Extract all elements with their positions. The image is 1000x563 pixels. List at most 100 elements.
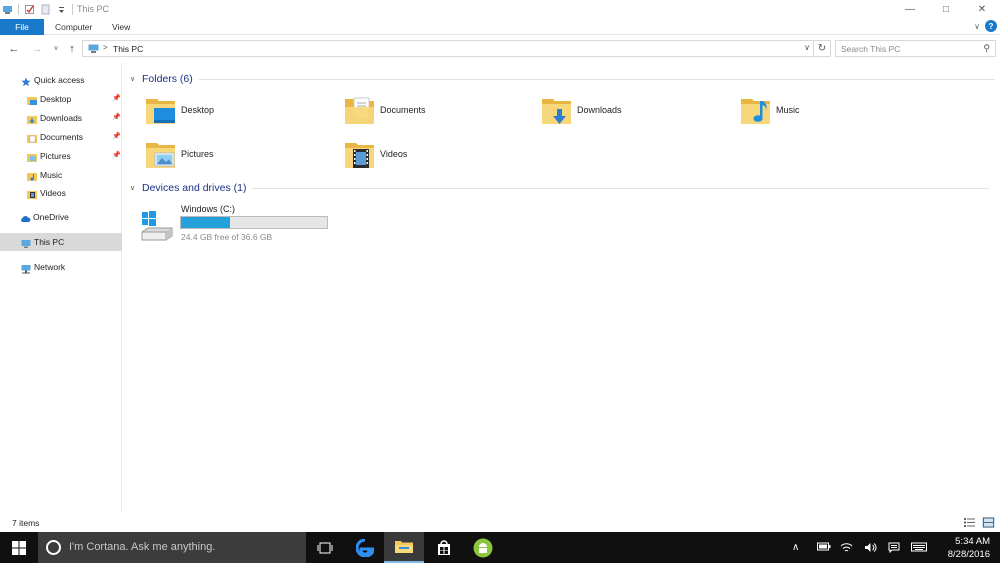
battery-icon[interactable] (817, 542, 831, 554)
refresh-button[interactable]: ↻ (814, 40, 831, 57)
android-icon (473, 538, 493, 557)
details-view-icon[interactable] (963, 517, 976, 528)
tab-computer[interactable]: Computer (44, 19, 103, 35)
clock[interactable]: 5:34 AM 8/28/2016 (948, 535, 990, 561)
clock-time: 5:34 AM (955, 536, 990, 547)
sidebar-item-desktop[interactable]: Desktop 📌 (0, 90, 122, 108)
cortana-icon (46, 540, 61, 555)
tab-view[interactable]: View (101, 19, 141, 35)
large-icons-view-icon[interactable] (982, 517, 995, 528)
drive-tile-c[interactable]: Windows (C:) 24.4 GB free of 36.6 GB (140, 203, 340, 245)
quick-access-toolbar (2, 2, 73, 17)
videos-folder-icon (27, 188, 37, 199)
folder-tile-pictures[interactable]: Pictures (145, 139, 325, 177)
pin-icon[interactable]: 📌 (112, 128, 121, 146)
search-placeholder: Search This PC (841, 44, 901, 54)
edge-button[interactable] (345, 532, 385, 563)
notification-icon[interactable] (888, 542, 900, 556)
cortana-placeholder: I'm Cortana. Ask me anything. (69, 541, 216, 553)
divider (198, 78, 995, 80)
divider (252, 187, 990, 189)
sidebar-item-network[interactable]: Network (0, 258, 122, 276)
maximize-button[interactable]: □ (928, 0, 964, 19)
folder-tile-videos[interactable]: Videos (344, 139, 524, 177)
customize-toolbar-icon[interactable] (56, 4, 67, 15)
start-button[interactable] (0, 532, 38, 563)
devices-group-header[interactable]: ∨ Devices and drives (1) (130, 181, 990, 195)
network-icon (21, 262, 31, 274)
sidebar-item-this-pc[interactable]: This PC (0, 233, 122, 251)
collapse-chevron-icon[interactable]: ∨ (130, 184, 142, 192)
sidebar-item-music[interactable]: Music (0, 166, 122, 184)
folders-group-header[interactable]: ∨ Folders (6) (130, 72, 995, 86)
folder-name: Documents (380, 105, 426, 115)
task-view-icon (317, 542, 333, 553)
help-icon[interactable]: ? (985, 20, 997, 32)
file-explorer-icon (395, 540, 413, 553)
expand-ribbon-icon[interactable]: ∨ (974, 22, 980, 31)
minimize-button[interactable]: — (892, 0, 928, 19)
sidebar-item-documents[interactable]: Documents 📌 (0, 128, 122, 146)
star-icon (21, 75, 31, 87)
volume-icon[interactable] (864, 542, 877, 556)
cortana-search-box[interactable]: I'm Cortana. Ask me anything. (38, 532, 306, 563)
keyboard-icon[interactable] (911, 542, 927, 555)
sidebar-item-label: Documents (40, 132, 83, 142)
sidebar-item-pictures[interactable]: Pictures 📌 (0, 147, 122, 165)
folder-tile-documents[interactable]: Documents (344, 95, 524, 133)
documents-folder-icon (344, 95, 376, 127)
collapse-chevron-icon[interactable]: ∨ (130, 75, 142, 83)
sidebar-item-label: Music (40, 170, 63, 180)
devices-heading: Devices and drives (1) (142, 182, 247, 194)
recent-locations-button[interactable]: ∨ (48, 41, 64, 57)
file-explorer-button[interactable] (384, 532, 424, 563)
ribbon: File Computer View ∨ ? (0, 19, 1000, 35)
folder-name: Music (776, 105, 800, 115)
tab-file[interactable]: File (0, 19, 44, 35)
back-button[interactable]: ← (6, 41, 22, 57)
sidebar-item-label: Network (34, 262, 66, 272)
store-button[interactable] (424, 532, 464, 563)
music-folder-icon (27, 170, 37, 181)
this-pc-icon[interactable] (2, 4, 13, 15)
close-button[interactable]: ✕ (964, 0, 1000, 19)
folder-tile-downloads[interactable]: Downloads (541, 95, 721, 133)
sidebar-item-label: Downloads (40, 113, 83, 123)
window-title: This PC (77, 4, 110, 14)
breadcrumb-separator[interactable]: > (103, 43, 108, 52)
new-folder-icon[interactable] (40, 4, 51, 15)
music-folder-icon (740, 95, 772, 127)
android-app-button[interactable] (463, 532, 503, 563)
chevron-up-icon[interactable]: ∧ (792, 542, 799, 553)
properties-icon[interactable] (24, 4, 35, 15)
navigation-bar: ← → ∨ ↑ > This PC ∨ ↻ Search This PC ⚲ (0, 36, 1000, 62)
sidebar-item-label: OneDrive (33, 212, 69, 222)
address-bar[interactable]: > This PC ∨ (82, 40, 814, 57)
drive-usage-fill (181, 217, 230, 228)
title-bar: This PC — □ ✕ (0, 0, 1000, 19)
clock-date: 8/28/2016 (947, 549, 990, 560)
edge-icon (356, 538, 374, 557)
folder-tile-music[interactable]: Music (740, 95, 920, 133)
wifi-icon[interactable] (840, 542, 853, 556)
search-icon[interactable]: ⚲ (983, 43, 990, 54)
store-icon (438, 539, 450, 555)
task-view-button[interactable] (305, 532, 345, 563)
pin-icon[interactable]: 📌 (112, 90, 121, 108)
forward-button[interactable]: → (29, 41, 45, 57)
address-dropdown-icon[interactable]: ∨ (804, 43, 810, 52)
toolbar-separator (18, 4, 19, 15)
sidebar-item-onedrive[interactable]: OneDrive (0, 208, 122, 226)
folder-tile-desktop[interactable]: Desktop (145, 95, 325, 133)
sidebar-item-downloads[interactable]: Downloads 📌 (0, 109, 122, 127)
search-input[interactable]: Search This PC ⚲ (835, 40, 996, 57)
sidebar-item-videos[interactable]: Videos (0, 184, 122, 202)
breadcrumb[interactable]: This PC (113, 44, 143, 54)
pin-icon[interactable]: 📌 (112, 109, 121, 127)
up-button[interactable]: ↑ (64, 41, 80, 57)
ribbon-controls: ∨ ? (974, 20, 997, 32)
folders-heading: Folders (6) (142, 73, 193, 85)
sidebar-item-quick-access[interactable]: Quick access (0, 71, 122, 89)
pin-icon[interactable]: 📌 (112, 147, 121, 165)
sidebar-item-label: Pictures (40, 151, 71, 161)
